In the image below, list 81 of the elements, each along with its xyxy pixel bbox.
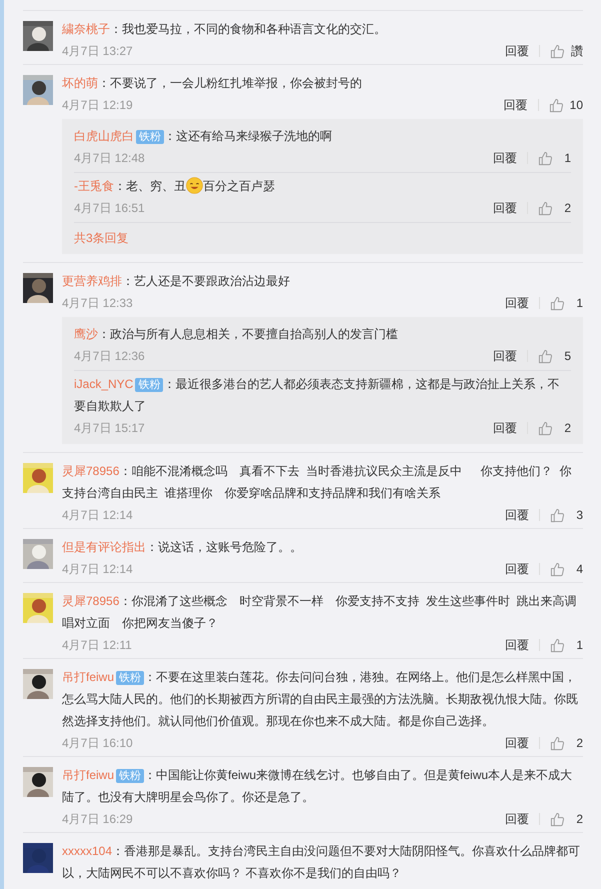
fan-badge: 铁粉 [116, 671, 144, 685]
reply-text: 鹰沙：政治与所有人息息相关，不要擅自抬高别人的发言门槛 [74, 326, 399, 343]
timestamp: 4月7日 12:14 [62, 506, 133, 524]
like-count: 10 [570, 98, 583, 112]
like-count: 2 [563, 421, 571, 435]
comment-text: 更营养鸡排：艺人还是不要跟政治沾边最好 [62, 273, 291, 290]
reply-text: 白虎山虎白 铁粉 ：这还有给马来绿猴子洗地的啊 [74, 128, 333, 146]
thumbs-up-icon[interactable] [548, 98, 564, 112]
thumbs-up-icon[interactable] [550, 44, 565, 58]
user-name-link[interactable]: iJack_NYC [74, 377, 134, 391]
user-name-link[interactable]: 吊打feiwu [62, 768, 114, 782]
reply-button[interactable]: 回覆 [505, 636, 529, 654]
user-name-link[interactable]: 吊打feiwu [62, 670, 114, 684]
user-name-link[interactable]: 鹰沙 [74, 327, 98, 341]
thumbs-up-icon[interactable] [550, 296, 565, 310]
like-count: 3 [575, 508, 583, 522]
reply-text: ：老、穷、丑 [114, 179, 186, 193]
reply-button[interactable]: 回覆 [505, 810, 529, 828]
thumbs-up-icon[interactable] [538, 150, 553, 166]
timestamp: 4月7日 15:17 [74, 420, 145, 436]
reply-button[interactable]: 回覆 [493, 348, 517, 364]
like-count: 2 [575, 736, 583, 750]
thumbs-up-icon[interactable] [550, 812, 565, 826]
like-count: 2 [575, 812, 583, 826]
reply-button[interactable]: 回覆 [505, 506, 529, 524]
more-replies-link[interactable]: 共3条回复 [74, 222, 571, 252]
thumbs-up-icon[interactable] [538, 348, 553, 364]
timestamp: 4月7日 16:29 [62, 810, 133, 828]
reply-button[interactable]: 回覆 [504, 96, 528, 114]
thumbs-up-icon[interactable] [550, 508, 565, 522]
like-count: 5 [563, 349, 571, 363]
comment-text: 繍奈桃子：我也爱马拉，不同的食物和各种语言文化的交汇。 [62, 21, 387, 38]
reply-button[interactable]: 回覆 [493, 150, 517, 166]
like-count: 4 [575, 562, 583, 576]
fan-badge: 铁粉 [136, 130, 164, 144]
reply-button[interactable]: 回覆 [505, 294, 529, 312]
like-count: 1 [563, 151, 571, 165]
user-name-link[interactable]: 灵犀78956 [62, 594, 120, 608]
timestamp: 4月7日 16:51 [74, 200, 145, 216]
comment-text: 吊打feiwu 铁粉 ：中国能让你黄feiwu来微博在线乞讨。也够自由了。但是黄feiwu本人是来不成大陆了。也没有大牌明星会鸟你了。你还是急了。 [62, 767, 574, 806]
user-name-link[interactable]: 灵犀78956 [62, 464, 120, 478]
comment-text: 灵犀78956：咱能不混淆概念吗 真看不下去 当时香港抗议民众主流是反中 你支持他们？ 你支持台湾自由民主 谁搭理你 你爱穿啥品牌和支持品牌和我们有啥关系 [62, 463, 572, 502]
timestamp: 4月7日 12:33 [62, 294, 133, 312]
thumbs-up-icon[interactable] [550, 638, 565, 652]
thumbs-up-icon[interactable] [550, 736, 565, 750]
timestamp: 4月7日 12:14 [62, 560, 133, 578]
user-name-link[interactable]: 白虎山虎白 [74, 129, 134, 143]
reply-button[interactable]: 回覆 [493, 200, 517, 216]
user-name-link[interactable]: 更营养鸡排 [62, 274, 122, 288]
like-count: 讚 [571, 42, 583, 60]
comment-text: 吊打feiwu 铁粉 ：不要在这里装白莲花。你去问问台独，港独。在网络上。他们是怎么样黑中国，怎么骂大陆人民的。他们的长期被西方所谓的自由民主最强的方法洗脑。长期敌视仇恨大陆。你既然选择支持他们。就认同他们价值观。那现在你也来不成大陆。都是你自己选择。 [62, 669, 579, 730]
like-count: 2 [563, 201, 571, 215]
timestamp: 4月7日 12:36 [74, 348, 145, 364]
like-count: 1 [575, 296, 583, 310]
comment-text: xxxxx104：香港那是暴乱。支持台湾民主自由没问题但不要对大陆阴阳怪气。你喜欢什么品牌都可以，大陆网民不可以不喜欢你吗？ 不喜欢你不是我们的自由吗？ [62, 843, 582, 882]
timestamp: 4月7日 16:10 [62, 734, 133, 752]
fan-badge: 铁粉 [116, 769, 144, 783]
comment-text: 坏的萌：不要说了，一会儿粉红扎堆举报，你会被封号的 [62, 75, 363, 92]
user-name-link[interactable]: 繍奈桃子 [62, 22, 110, 36]
fan-badge: 铁粉 [135, 378, 164, 392]
user-name-link[interactable]: 坏的萌 [62, 76, 98, 90]
timestamp: 4月7日 13:27 [62, 42, 133, 60]
user-name-link[interactable]: -王兎食 [74, 179, 114, 193]
timestamp: 4月7日 12:48 [74, 150, 145, 166]
thumbs-up-icon[interactable] [550, 562, 565, 576]
reply-button[interactable]: 回覆 [505, 42, 529, 60]
reply-button[interactable]: 回覆 [505, 734, 529, 752]
thumbs-up-icon[interactable] [538, 200, 553, 216]
timestamp: 4月7日 12:11 [62, 636, 132, 654]
reply-button[interactable]: 回覆 [505, 560, 529, 578]
comment-text: 但是有评论指出：说这话，这账号危险了。。 [62, 539, 303, 556]
comment-text: 灵犀78956：你混淆了这些概念 时空背景不一样 你爱支持不支持 发生这些事件时 跳出来高调唱对立面 你把网友当傻子？ [62, 593, 578, 632]
like-count: 1 [575, 638, 583, 652]
user-name-link[interactable]: xxxxx104 [62, 844, 112, 858]
reply-button[interactable]: 回覆 [493, 420, 517, 436]
user-name-link[interactable]: 但是有评论指出 [62, 540, 146, 554]
reply-text: iJack_NYC 铁粉 ：最近很多港台的艺人都必须表态支持新疆棉，这都是与政治扯上关系，不要自欺欺人了 [74, 376, 560, 415]
timestamp: 4月7日 12:19 [62, 96, 133, 114]
smiley-icon [186, 177, 203, 194]
thumbs-up-icon[interactable] [538, 420, 553, 436]
reply-text: 百分之百卢瑟 [203, 179, 275, 193]
